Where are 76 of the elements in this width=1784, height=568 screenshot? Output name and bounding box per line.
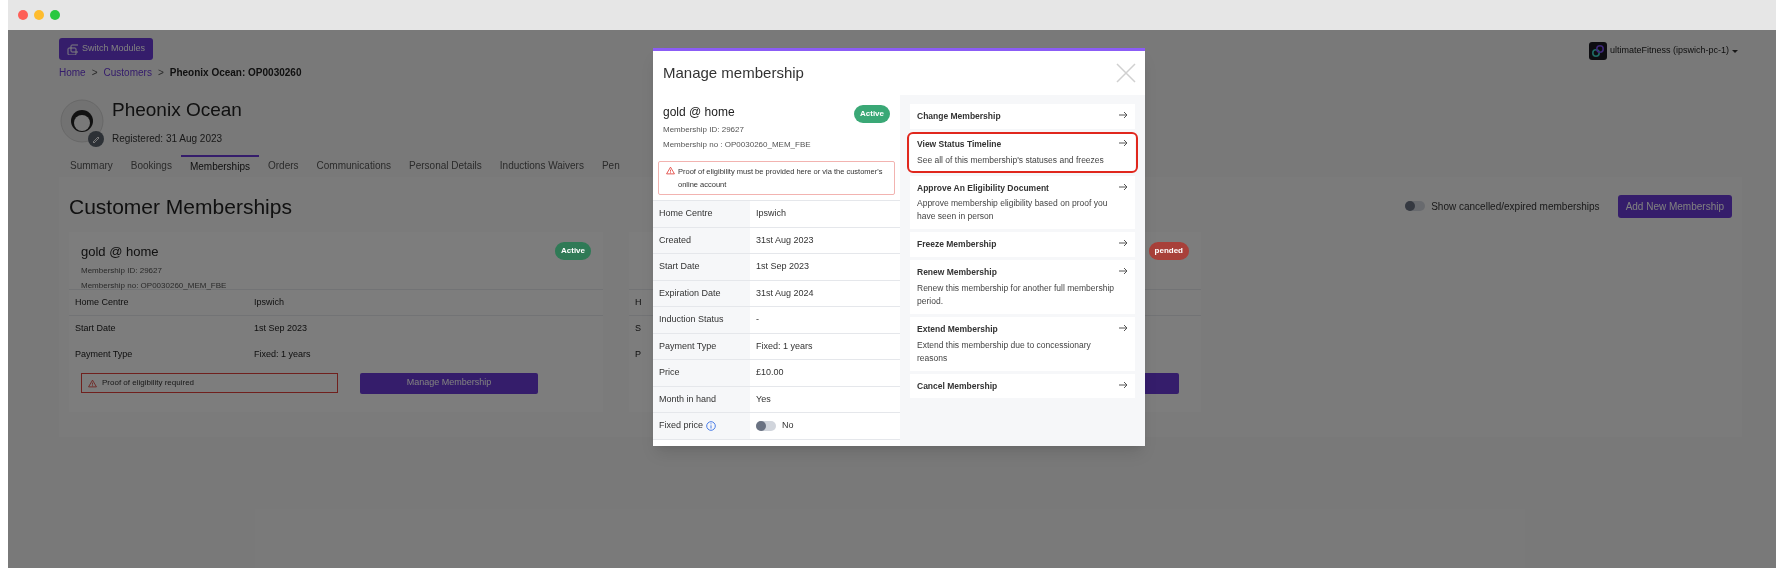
tab[interactable]: Bookings xyxy=(121,154,181,177)
breadcrumb-link[interactable]: Customers xyxy=(103,65,152,80)
action-item[interactable]: Approve An Eligibility Document Approve membership eligibility based on proof you have seen in person xyxy=(910,175,1135,230)
action-item[interactable]: Renew Membership Renew this membership for another full membership period. xyxy=(910,260,1135,314)
field-label: Created xyxy=(659,233,692,247)
tab[interactable]: Personal Details xyxy=(400,154,491,177)
field-value: 1st Sep 2023 xyxy=(756,260,810,273)
tab[interactable]: Communications xyxy=(307,154,400,177)
action-description: Renew this membership for another full membership period. xyxy=(917,281,1115,308)
field-label: Price xyxy=(659,366,680,379)
field-value: 31st Aug 2023 xyxy=(756,233,814,247)
status-badge: pended xyxy=(1148,242,1189,260)
account-menu[interactable]: ultimateFitness (ipswich-pc-1) xyxy=(1609,44,1729,58)
field-label: Month in hand xyxy=(659,392,717,406)
field-value: £10.00 xyxy=(756,366,784,379)
action-title: Renew Membership xyxy=(917,266,998,279)
membership-id: Membership ID: 29627 xyxy=(663,124,745,136)
action-description: Extend this membership due to concessionary reasons xyxy=(917,338,1092,365)
field-value: Ipswich xyxy=(756,207,786,220)
action-title: Freeze Membership xyxy=(917,238,997,251)
status-badge: Active xyxy=(854,105,890,123)
field-label: Payment Type xyxy=(659,339,717,353)
field-value: Fixed: 1 years xyxy=(756,339,813,353)
field-label: H xyxy=(634,295,643,309)
alert-text: Proof of eligibility required xyxy=(102,377,195,389)
breadcrumb-separator: > xyxy=(157,66,164,80)
field-label: Start Date xyxy=(74,322,117,336)
field-label: Fixed price xyxy=(659,419,703,432)
field-label: Payment Type xyxy=(74,348,134,362)
membership-id: Membership ID: 29627 xyxy=(81,264,163,277)
field-label: Expiration Date xyxy=(659,286,721,300)
action-title: Extend Membership xyxy=(917,322,999,336)
field-value: Yes xyxy=(756,392,771,406)
modal-title: Manage membership xyxy=(663,62,804,83)
section-title: Customer Memberships xyxy=(69,193,292,220)
switch-modules-button[interactable]: Switch Modules xyxy=(59,38,154,60)
membership-number: Membership no : OP0030260_MEM_FBE xyxy=(663,139,811,151)
action-title: Cancel Membership xyxy=(917,379,998,393)
field-label: Home Centre xyxy=(74,295,130,309)
tab[interactable]: Inductions Waivers xyxy=(490,154,593,177)
action-description: Approve membership eligibility based on proof you have seen in person xyxy=(917,197,1109,224)
manage-membership-button[interactable]: Manage Membership xyxy=(360,372,538,394)
action-title: Approve An Eligibility Document xyxy=(917,181,1050,195)
membership-number: Membership no: OP0030260_MEM_FBE xyxy=(81,279,227,292)
tab[interactable]: Orders xyxy=(258,154,308,177)
field-label: P xyxy=(634,348,642,362)
action-item[interactable]: Cancel Membership xyxy=(910,373,1135,399)
field-label: Start Date xyxy=(659,260,700,273)
field-value: Ipswich xyxy=(254,295,284,309)
field-value: 1st Sep 2023 xyxy=(254,322,308,336)
action-item[interactable]: Freeze Membership xyxy=(910,232,1135,257)
field-label: Home Centre xyxy=(659,207,713,220)
field-label: S xyxy=(634,322,642,336)
action-description: See all of this membership's statuses and freezes xyxy=(917,153,1104,167)
action-item[interactable]: View Status Timeline See all of this membership's statuses and freezes xyxy=(910,131,1135,173)
customer-name: Pheonix Ocean xyxy=(112,98,242,122)
action-item[interactable]: Extend Membership Extend this membership due to concessionary reasons xyxy=(910,316,1135,371)
field-value: 31st Aug 2024 xyxy=(756,286,814,300)
breadcrumb-separator: > xyxy=(91,66,98,80)
tab[interactable]: Pen xyxy=(592,154,629,177)
status-badge: Active xyxy=(555,242,591,260)
field-value: No xyxy=(782,419,794,432)
action-title: Change Membership xyxy=(917,110,1001,123)
tab[interactable]: Summary xyxy=(61,154,122,177)
breadcrumb-current: Pheonix Ocean: OP0030260 xyxy=(169,66,302,80)
membership-name: gold @ home xyxy=(663,104,736,121)
field-label: Induction Status xyxy=(659,313,724,326)
action-title: View Status Timeline xyxy=(917,137,1003,151)
registered-date: Registered: 31 Aug 2023 xyxy=(112,131,224,146)
add-membership-button[interactable]: Add New Membership xyxy=(1617,194,1732,218)
toggle-label: Show cancelled/expired memberships xyxy=(1431,199,1600,214)
membership-name: gold @ home xyxy=(81,243,160,261)
breadcrumb-link[interactable]: Home xyxy=(59,65,86,80)
field-value: - xyxy=(756,313,759,326)
field-value: Fixed: 1 years xyxy=(254,348,311,362)
action-item[interactable]: Change Membership xyxy=(910,104,1135,129)
